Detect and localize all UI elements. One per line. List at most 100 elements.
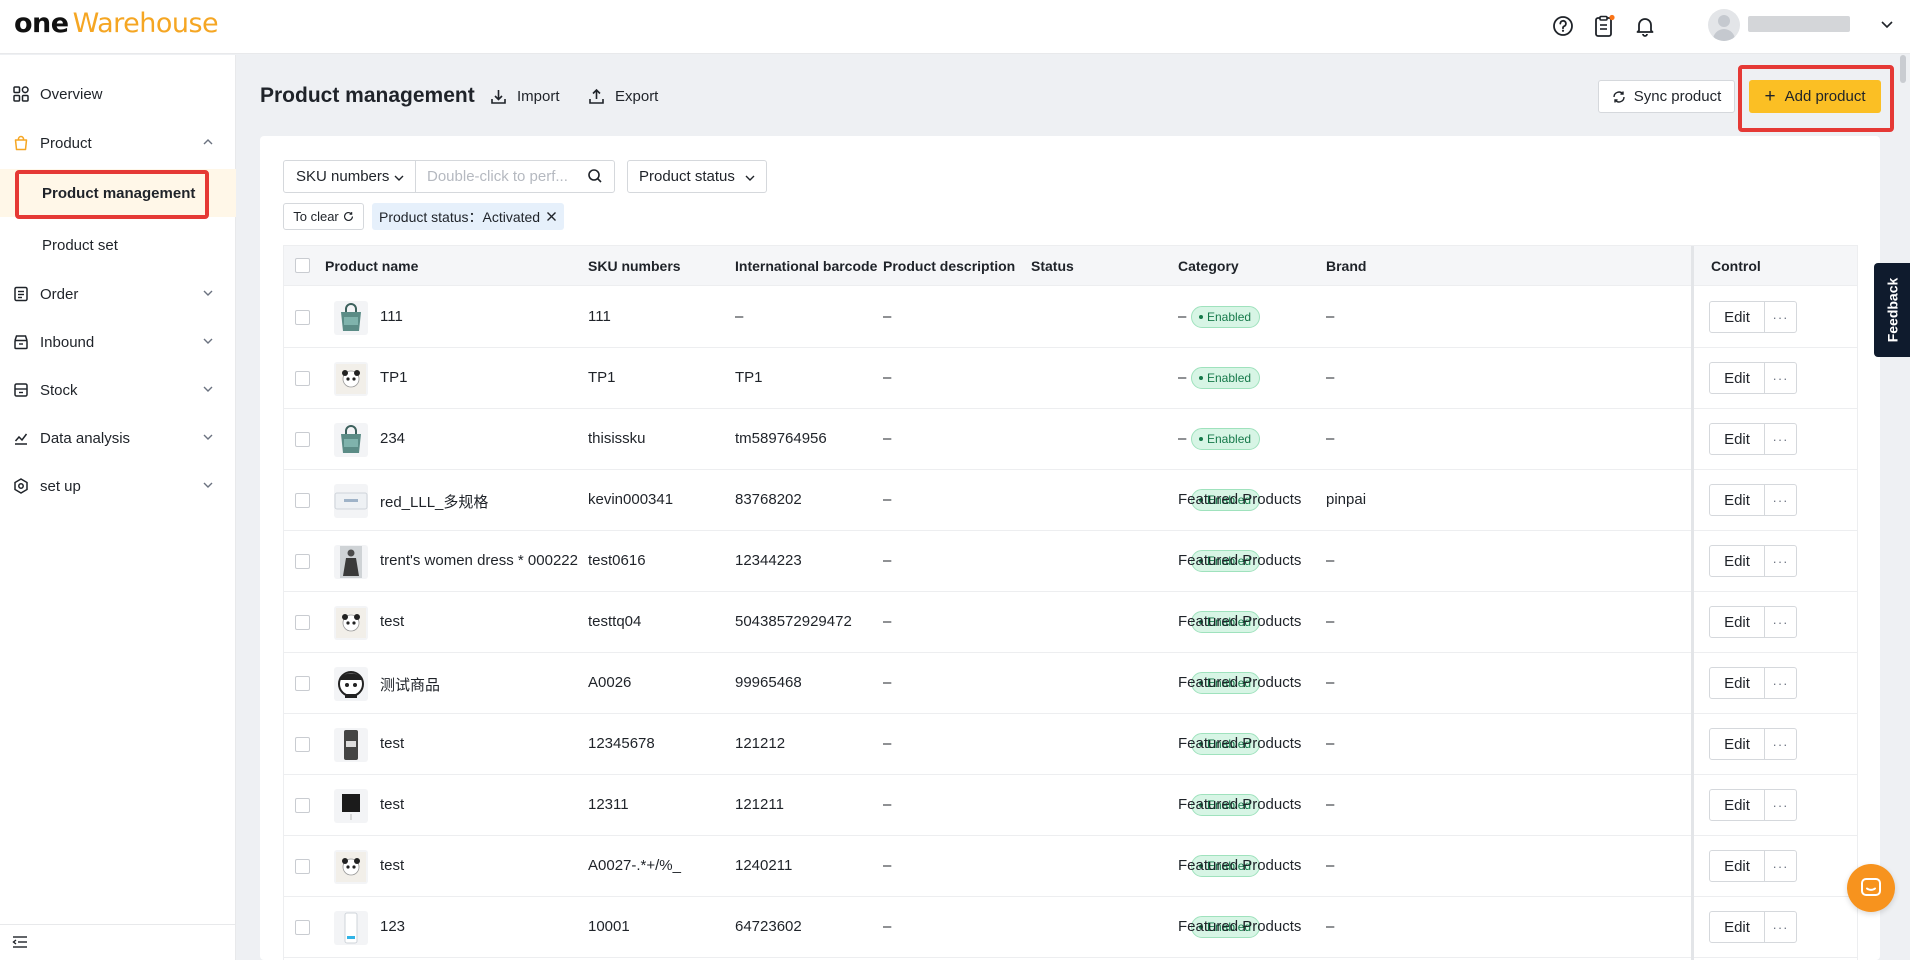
- edit-button[interactable]: Edit: [1709, 850, 1765, 882]
- table-row[interactable]: test A0027-.*+/%_ 1240211– Enabled Featured …: [284, 836, 1857, 897]
- chevron-down-icon[interactable]: [1880, 17, 1894, 36]
- more-actions-button[interactable]: ···: [1764, 728, 1797, 760]
- cell-product-name[interactable]: trent's women dress * 000222: [380, 552, 578, 569]
- cell-product-name[interactable]: 测试商品: [380, 674, 440, 695]
- edit-button[interactable]: Edit: [1709, 301, 1765, 333]
- row-checkbox[interactable]: [295, 920, 310, 935]
- sync-product-button[interactable]: Sync product: [1598, 80, 1735, 113]
- table-row[interactable]: red_LLL_多规格 kevin000341 83768202– Enabled Fe…: [284, 470, 1857, 531]
- edit-button[interactable]: Edit: [1709, 667, 1765, 699]
- more-actions-button[interactable]: ···: [1764, 362, 1797, 394]
- table-row[interactable]: 测试商品 A0026 99965468– Enabled Featured Produc…: [284, 653, 1857, 714]
- cell-product-name[interactable]: 234: [380, 430, 405, 447]
- table-row[interactable]: test testtq04 50438572929472– Enabled Featur…: [284, 592, 1857, 653]
- product-thumbnail[interactable]: [334, 606, 368, 640]
- help-icon[interactable]: [1550, 13, 1576, 39]
- edit-button[interactable]: Edit: [1709, 789, 1765, 821]
- more-actions-button[interactable]: ···: [1764, 850, 1797, 882]
- cell-product-name[interactable]: 123: [380, 918, 405, 935]
- select-all-checkbox[interactable]: [295, 258, 310, 273]
- more-actions-button[interactable]: ···: [1764, 667, 1797, 699]
- column-header-description[interactable]: Product description: [883, 258, 1015, 274]
- edit-button[interactable]: Edit: [1709, 606, 1765, 638]
- edit-button[interactable]: Edit: [1709, 911, 1765, 943]
- more-actions-button[interactable]: ···: [1764, 301, 1797, 333]
- cell-product-name[interactable]: TP1: [380, 369, 408, 386]
- more-actions-button[interactable]: ···: [1764, 911, 1797, 943]
- page-scrollbar[interactable]: [1900, 55, 1906, 83]
- sidebar-item-inbound[interactable]: Inbound: [0, 320, 236, 364]
- feedback-tab[interactable]: Feedback: [1874, 263, 1910, 357]
- product-thumbnail[interactable]: [334, 667, 368, 701]
- collapse-menu-icon[interactable]: [12, 935, 28, 954]
- table-row[interactable]: 234 thisissku tm589764956 – Enabled – – Edit ···: [284, 409, 1857, 470]
- row-checkbox[interactable]: [295, 554, 310, 569]
- export-button[interactable]: Export: [588, 85, 658, 107]
- sidebar-item-data-analysis[interactable]: Data analysis: [0, 416, 236, 460]
- sidebar-item-setup[interactable]: set up: [0, 464, 236, 508]
- table-row[interactable]: 111 111 – – Enabled – – Edit ···: [284, 287, 1857, 348]
- more-actions-button[interactable]: ···: [1764, 545, 1797, 577]
- search-input[interactable]: [415, 160, 615, 193]
- edit-button[interactable]: Edit: [1709, 728, 1765, 760]
- sidebar-item-product-set[interactable]: Product set: [0, 221, 236, 269]
- product-thumbnail[interactable]: [334, 789, 368, 823]
- column-header-barcode[interactable]: International barcode: [735, 258, 877, 274]
- product-thumbnail[interactable]: [334, 728, 368, 762]
- cell-product-name[interactable]: 111: [380, 308, 403, 325]
- row-checkbox[interactable]: [295, 737, 310, 752]
- edit-button[interactable]: Edit: [1709, 545, 1765, 577]
- table-row[interactable]: test 12311 121211– Enabled Featured Products…: [284, 775, 1857, 836]
- row-checkbox[interactable]: [295, 676, 310, 691]
- table-row[interactable]: TP1 TP1 TP1 – Enabled – – Edit ···: [284, 348, 1857, 409]
- cell-product-name[interactable]: red_LLL_多规格: [380, 491, 488, 512]
- cell-product-name[interactable]: test: [380, 796, 404, 813]
- more-actions-button[interactable]: ···: [1764, 789, 1797, 821]
- product-thumbnail[interactable]: [334, 545, 368, 579]
- sidebar-item-stock[interactable]: Stock: [0, 368, 236, 412]
- username-redacted[interactable]: [1748, 16, 1850, 32]
- row-checkbox[interactable]: [295, 310, 310, 325]
- sidebar-item-product[interactable]: Product: [0, 121, 236, 165]
- edit-button[interactable]: Edit: [1709, 362, 1765, 394]
- cell-product-name[interactable]: test: [380, 735, 404, 752]
- edit-button[interactable]: Edit: [1709, 484, 1765, 516]
- column-header-brand[interactable]: Brand: [1326, 258, 1366, 274]
- table-row[interactable]: trent's women dress * 000222 test0616 1234…: [284, 531, 1857, 592]
- clear-filters-button[interactable]: To clear: [283, 203, 364, 230]
- sku-filter-select[interactable]: SKU numbers: [283, 160, 416, 193]
- sidebar-item-overview[interactable]: Overview: [0, 72, 236, 116]
- row-checkbox[interactable]: [295, 493, 310, 508]
- column-header-sku[interactable]: SKU numbers: [588, 258, 681, 274]
- column-header-name[interactable]: Product name: [325, 258, 418, 274]
- edit-button[interactable]: Edit: [1709, 423, 1765, 455]
- column-header-status[interactable]: Status: [1031, 258, 1074, 274]
- row-checkbox[interactable]: [295, 371, 310, 386]
- more-actions-button[interactable]: ···: [1764, 484, 1797, 516]
- bell-icon[interactable]: [1632, 13, 1658, 39]
- row-checkbox[interactable]: [295, 432, 310, 447]
- table-row[interactable]: 123 10001 64723602– Enabled Featured Product…: [284, 897, 1857, 958]
- product-thumbnail[interactable]: [334, 911, 368, 945]
- row-checkbox[interactable]: [295, 798, 310, 813]
- product-thumbnail[interactable]: [334, 423, 368, 457]
- row-checkbox[interactable]: [295, 615, 310, 630]
- product-thumbnail[interactable]: [334, 362, 368, 396]
- column-header-category[interactable]: Category: [1178, 258, 1239, 274]
- product-thumbnail[interactable]: [334, 850, 368, 884]
- import-button[interactable]: Import: [490, 85, 560, 107]
- clipboard-icon[interactable]: [1591, 13, 1617, 39]
- cell-product-name[interactable]: test: [380, 857, 404, 874]
- cell-product-name[interactable]: test: [380, 613, 404, 630]
- more-actions-button[interactable]: ···: [1764, 423, 1797, 455]
- more-actions-button[interactable]: ···: [1764, 606, 1797, 638]
- close-icon[interactable]: [546, 211, 557, 222]
- search-icon[interactable]: [587, 168, 603, 189]
- logo[interactable]: one Warehouse: [14, 8, 219, 39]
- table-row[interactable]: test 12345678 121212– Enabled Featured Produ…: [284, 714, 1857, 775]
- product-thumbnail[interactable]: [334, 301, 368, 335]
- avatar[interactable]: [1708, 9, 1740, 41]
- product-thumbnail[interactable]: [334, 484, 368, 518]
- product-status-select[interactable]: Product status: [627, 160, 767, 193]
- row-checkbox[interactable]: [295, 859, 310, 874]
